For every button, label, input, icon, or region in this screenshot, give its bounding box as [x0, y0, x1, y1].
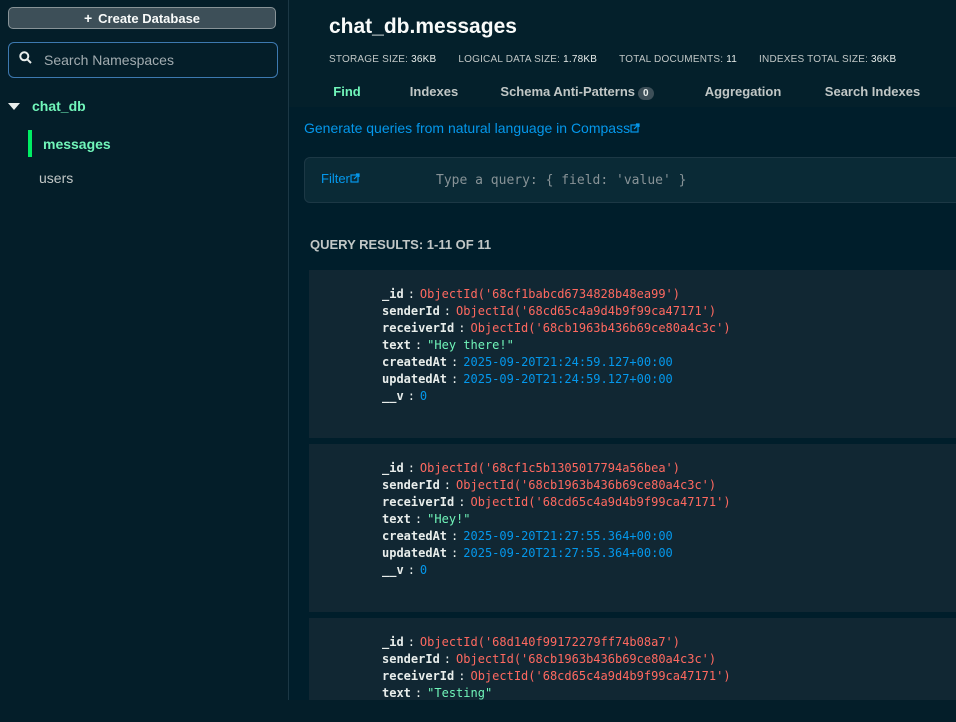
field-value: ObjectId('68cf1babcd6734828b48ea99')	[419, 287, 681, 301]
collection-stats: STORAGE SIZE: 36KB LOGICAL DATA SIZE: 1.…	[329, 54, 896, 65]
field-value: ObjectId('68cb1963b436b69ce80a4c3c')	[456, 652, 717, 666]
stat-label: TOTAL DOCUMENTS:	[619, 54, 724, 65]
stat-value: 11	[726, 54, 738, 65]
field-value: ObjectId('68cd65c4a9d4b9f99ca47171')	[470, 495, 731, 509]
query-results-label: QUERY RESULTS: 1-11 OF 11	[310, 237, 492, 252]
count-badge: 0	[638, 87, 654, 100]
doc-field: senderId: ObjectId('68cb1963b436b69ce80a4…	[382, 652, 717, 666]
doc-field: senderId: ObjectId('68cd65c4a9d4b9f99ca47…	[382, 304, 717, 318]
field-value: 2025-09-20T21:24:59.127+00:00	[463, 355, 673, 369]
stat-logical-size: LOGICAL DATA SIZE: 1.78KB	[458, 54, 597, 65]
filter-link[interactable]: Filter	[321, 171, 360, 186]
field-value: ObjectId('68cd65c4a9d4b9f99ca47171')	[456, 304, 717, 318]
field-value: 2025-09-20T21:24:59.127+00:00	[463, 372, 673, 386]
doc-field: text: "Hey there!"	[382, 338, 514, 352]
external-link-icon	[630, 120, 640, 136]
natural-language-link[interactable]: Generate queries from natural language i…	[304, 120, 640, 136]
query-input[interactable]: Type a query: { field: 'value' }	[436, 173, 686, 188]
doc-field: _id: ObjectId('68d140f99172279ff74b08a7')	[382, 635, 681, 649]
doc-field: _id: ObjectId('68cf1babcd6734828b48ea99')	[382, 287, 681, 301]
filter-label: Filter	[321, 171, 350, 186]
field-value: "Hey!"	[427, 512, 471, 526]
collection-item-messages[interactable]: messages	[28, 130, 111, 157]
doc-field: text: "Testing"	[382, 686, 493, 700]
external-link-icon	[350, 171, 360, 186]
sidebar: + Create Database chat_db messages users	[0, 0, 289, 700]
doc-field: _id: ObjectId('68cf1c5b1305017794a56bea')	[382, 461, 681, 475]
doc-field: updatedAt:2025-09-20T21:24:59.127+00:00	[382, 372, 673, 386]
document-card[interactable]: _id: ObjectId('68cf1c5b1305017794a56bea')…	[309, 444, 956, 612]
tab-find[interactable]: Find	[289, 78, 405, 106]
collection-item-users[interactable]: users	[28, 164, 73, 191]
search-icon	[19, 51, 32, 69]
field-value: 0	[419, 563, 428, 577]
field-value: 2025-09-20T21:27:55.364+00:00	[463, 529, 673, 543]
stat-value: 1.78KB	[563, 54, 598, 65]
stat-label: STORAGE SIZE:	[329, 54, 409, 65]
create-database-button[interactable]: + Create Database	[8, 7, 276, 29]
field-value: ObjectId('68cb1963b436b69ce80a4c3c')	[470, 321, 731, 335]
bottom-edge	[0, 700, 956, 722]
tab-schema-anti-patterns[interactable]: Schema Anti-Patterns 0	[463, 78, 691, 106]
namespace-search[interactable]	[8, 42, 278, 78]
doc-field: receiverId: ObjectId('68cb1963b436b69ce80…	[382, 321, 731, 335]
stat-indexes-size: INDEXES TOTAL SIZE: 36KB	[759, 54, 896, 65]
doc-field: __v:0	[382, 389, 428, 403]
tab-indexes[interactable]: Indexes	[405, 78, 463, 106]
stat-label: LOGICAL DATA SIZE:	[458, 54, 561, 65]
field-value: ObjectId('68cd65c4a9d4b9f99ca47171')	[470, 669, 731, 683]
field-value: ObjectId('68cb1963b436b69ce80a4c3c')	[456, 478, 717, 492]
field-value: 2025-09-20T21:27:55.364+00:00	[463, 546, 673, 560]
filter-bar: Filter Type a query: { field: 'value' }	[304, 157, 956, 203]
field-value: "Testing"	[427, 686, 493, 700]
doc-field: updatedAt:2025-09-20T21:27:55.364+00:00	[382, 546, 673, 560]
stat-storage-size: STORAGE SIZE: 36KB	[329, 54, 436, 65]
tab-label: Schema Anti-Patterns	[500, 84, 636, 99]
field-value: ObjectId('68cf1c5b1305017794a56bea')	[419, 461, 681, 475]
stat-value: 36KB	[871, 54, 897, 65]
field-value: ObjectId('68d140f99172279ff74b08a7')	[419, 635, 681, 649]
page-title: chat_db.messages	[329, 15, 517, 38]
database-item[interactable]: chat_db	[8, 98, 86, 114]
tab-bar: Find Indexes Schema Anti-Patterns 0 Aggre…	[289, 78, 956, 106]
doc-field: text: "Hey!"	[382, 512, 471, 526]
caret-down-icon[interactable]	[8, 102, 20, 110]
plus-icon: +	[83, 10, 93, 26]
link-label: Generate queries from natural language i…	[304, 120, 631, 136]
doc-field: __v:0	[382, 563, 428, 577]
stat-label: INDEXES TOTAL SIZE:	[759, 54, 869, 65]
doc-field: receiverId: ObjectId('68cd65c4a9d4b9f99ca…	[382, 669, 731, 683]
document-card[interactable]: _id: ObjectId('68d140f99172279ff74b08a7')…	[309, 618, 956, 700]
doc-field: createdAt:2025-09-20T21:24:59.127+00:00	[382, 355, 673, 369]
create-database-label: Create Database	[98, 10, 201, 26]
stat-total-documents: TOTAL DOCUMENTS: 11	[619, 54, 737, 65]
tab-aggregation[interactable]: Aggregation	[691, 78, 795, 106]
database-name: chat_db	[32, 98, 86, 114]
main-panel: chat_db.messages STORAGE SIZE: 36KB LOGI…	[289, 0, 956, 722]
document-card[interactable]: _id: ObjectId('68cf1babcd6734828b48ea99')…	[309, 270, 956, 438]
doc-field: receiverId: ObjectId('68cd65c4a9d4b9f99ca…	[382, 495, 731, 509]
field-value: "Hey there!"	[427, 338, 514, 352]
search-input[interactable]	[42, 51, 266, 69]
doc-field: createdAt:2025-09-20T21:27:55.364+00:00	[382, 529, 673, 543]
tab-search-indexes[interactable]: Search Indexes	[795, 78, 950, 106]
doc-field: senderId: ObjectId('68cb1963b436b69ce80a4…	[382, 478, 717, 492]
stat-value: 36KB	[411, 54, 437, 65]
field-value: 0	[419, 389, 428, 403]
